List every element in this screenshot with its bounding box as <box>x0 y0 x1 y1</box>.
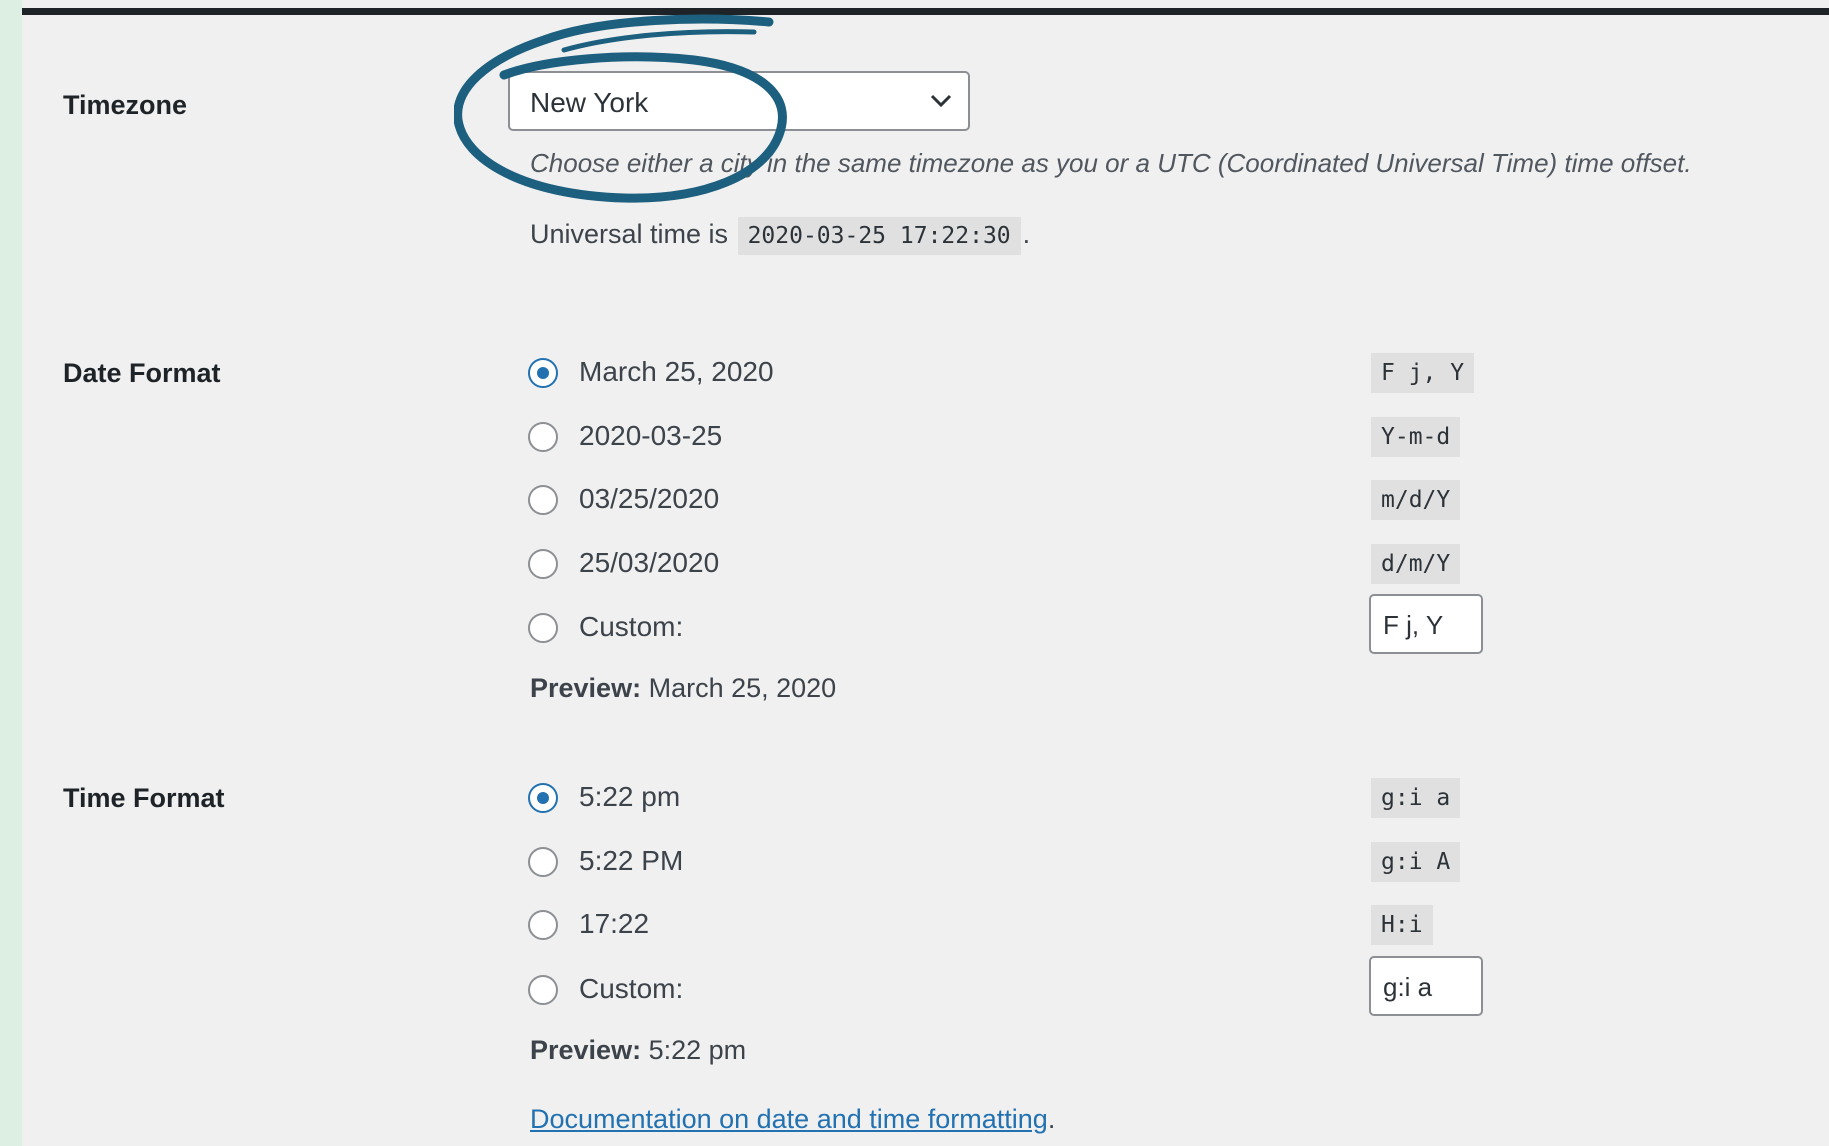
timezone-description: Choose either a city in the same timezon… <box>530 148 1692 178</box>
timezone-label: Timezone <box>63 90 188 120</box>
documentation-line: Documentation on date and time formattin… <box>530 1104 1055 1135</box>
radio-dot <box>537 367 549 379</box>
time-option-code: H:i <box>1371 905 1433 945</box>
date-option-code: Y-m-d <box>1371 417 1461 457</box>
date-option-label: 03/25/2020 <box>579 483 720 514</box>
radio-unchecked[interactable] <box>528 910 558 940</box>
time-option-label: 5:22 PM <box>579 845 684 876</box>
date-preview: Preview: March 25, 2020 <box>530 673 836 704</box>
universal-time-prefix: Universal time is <box>530 219 729 249</box>
radio-unchecked[interactable] <box>528 549 558 579</box>
radio-checked[interactable] <box>528 358 558 388</box>
chevron-down-icon <box>930 94 952 108</box>
custom-label: Custom: <box>579 973 684 1004</box>
radio-dot <box>537 792 549 804</box>
time-option-code: g:i a <box>1371 778 1461 818</box>
radio-unchecked[interactable] <box>528 422 558 452</box>
time-option-label: 17:22 <box>579 908 650 939</box>
date-option-code: m/d/Y <box>1371 480 1461 520</box>
radio-unchecked[interactable] <box>528 975 558 1005</box>
time-preview: Preview: 5:22 pm <box>530 1035 746 1066</box>
custom-date-input[interactable]: F j, Y <box>1369 594 1483 654</box>
preview-label: Preview: <box>530 1035 642 1065</box>
custom-label: Custom: <box>579 611 684 642</box>
documentation-link[interactable]: Documentation on date and time formattin… <box>530 1104 1048 1134</box>
custom-time-input[interactable]: g:i a <box>1369 956 1483 1016</box>
radio-checked[interactable] <box>528 783 558 813</box>
preview-label: Preview: <box>530 673 642 703</box>
date-option-label: 2020-03-25 <box>579 420 723 451</box>
radio-unchecked[interactable] <box>528 847 558 877</box>
date-option-code: d/m/Y <box>1371 544 1461 584</box>
date-option-label: March 25, 2020 <box>579 356 774 387</box>
date-format-label: Date Format <box>63 358 221 388</box>
timezone-select[interactable]: New York <box>508 71 970 131</box>
universal-time: Universal time is 2020-03-25 17:22:30. <box>530 217 1030 255</box>
universal-time-suffix: . <box>1022 219 1031 249</box>
time-option-code: g:i A <box>1371 842 1461 882</box>
settings-panel: Timezone New York Choose either a city i… <box>22 0 1829 1146</box>
timezone-selected-value: New York <box>530 87 649 118</box>
radio-unchecked[interactable] <box>528 485 558 515</box>
preview-value: March 25, 2020 <box>648 673 837 703</box>
radio-unchecked[interactable] <box>528 613 558 643</box>
documentation-suffix: . <box>1047 1104 1056 1134</box>
date-option-code: F j, Y <box>1371 353 1475 393</box>
preview-value: 5:22 pm <box>648 1035 747 1065</box>
date-option-label: 25/03/2020 <box>579 547 720 578</box>
time-option-label: 5:22 pm <box>579 781 681 812</box>
time-format-label: Time Format <box>63 783 225 813</box>
universal-time-value: 2020-03-25 17:22:30 <box>737 217 1021 255</box>
top-bar <box>22 8 1829 15</box>
